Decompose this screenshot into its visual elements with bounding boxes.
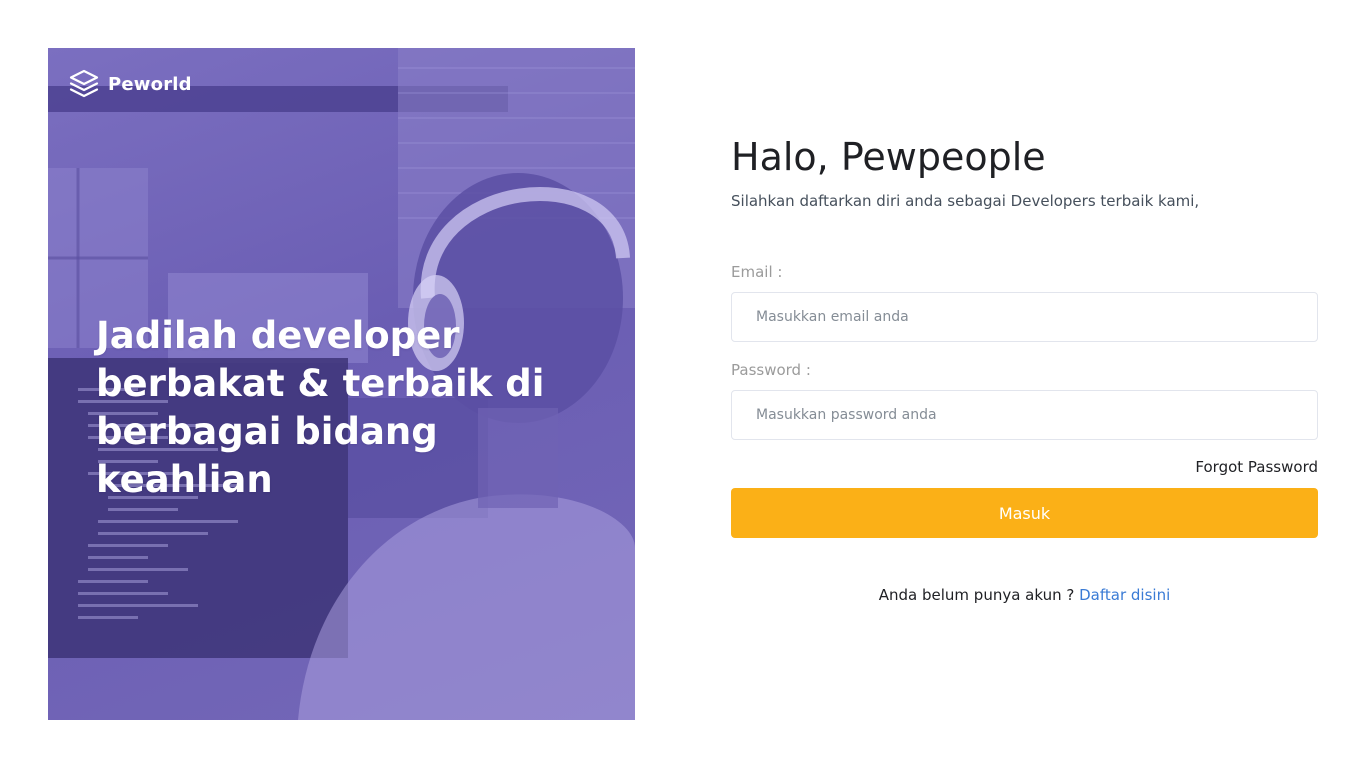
- brand-name: Peworld: [108, 73, 192, 95]
- register-link[interactable]: Daftar disini: [1079, 586, 1170, 604]
- email-field[interactable]: [731, 292, 1318, 342]
- login-page: Peworld Jadilah developer berbakat & ter…: [0, 0, 1366, 768]
- page-subtitle: Silahkan daftarkan diri anda sebagai Dev…: [731, 192, 1200, 210]
- register-prompt-text: Anda belum punya akun ?: [878, 586, 1075, 604]
- forgot-password-row: Forgot Password: [731, 458, 1318, 480]
- login-button[interactable]: Masuk: [731, 488, 1318, 538]
- layers-icon: [69, 69, 99, 98]
- hero-headline: Jadilah developer berbakat & terbaik di …: [96, 314, 545, 501]
- brand-logo[interactable]: Peworld: [68, 68, 192, 100]
- hero-panel: Peworld Jadilah developer berbakat & ter…: [48, 48, 635, 720]
- forgot-password-link[interactable]: Forgot Password: [1195, 458, 1318, 476]
- email-label: Email :: [731, 263, 783, 281]
- register-prompt: Anda belum punya akun ? Daftar disini: [731, 586, 1318, 604]
- page-title: Halo, Pewpeople: [731, 135, 1046, 179]
- login-form: Halo, Pewpeople Silahkan daftarkan diri …: [731, 130, 1318, 604]
- password-label: Password :: [731, 361, 811, 379]
- password-field[interactable]: [731, 390, 1318, 440]
